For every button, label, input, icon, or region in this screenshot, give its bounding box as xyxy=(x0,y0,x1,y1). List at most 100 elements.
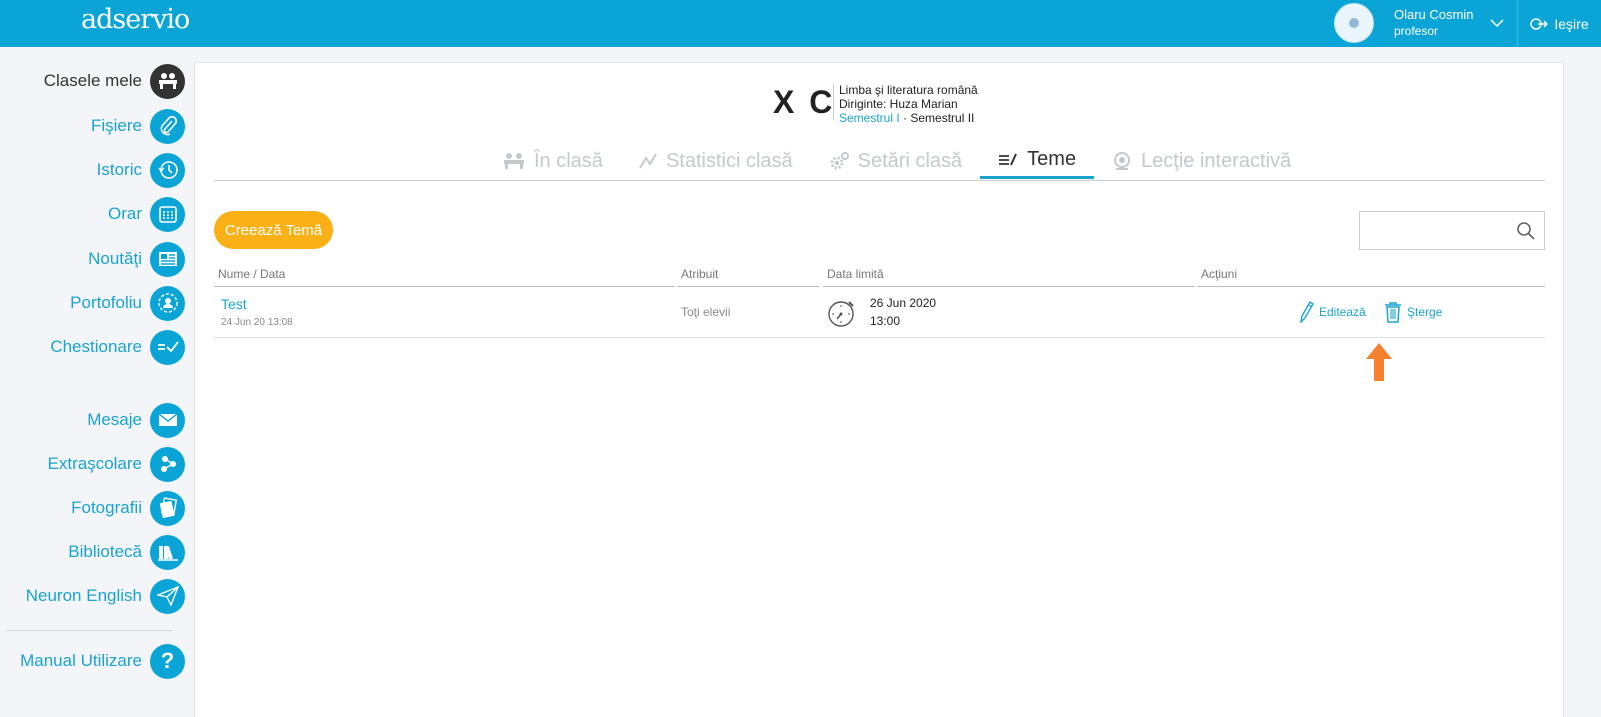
homework-deadline-date: 26 Jun 2020 xyxy=(870,296,937,310)
sidebar-item-label: Extraşcolare xyxy=(47,454,142,473)
column-header-actions: Acţiuni xyxy=(1197,267,1545,287)
sidebar-item-label: Istoric xyxy=(96,160,142,179)
logout-button[interactable]: Ieşire xyxy=(1517,0,1601,47)
chart-icon xyxy=(639,153,657,169)
tab-label: În clasă xyxy=(534,149,603,172)
webcam-icon xyxy=(1114,152,1131,170)
search-input[interactable] xyxy=(1360,212,1510,249)
history-icon xyxy=(150,152,185,188)
sidebar-item-photos[interactable]: Fotografii xyxy=(71,490,185,526)
tab-homework[interactable]: Teme xyxy=(980,143,1095,179)
semester-selector: Semestrul I · Semestrul II xyxy=(839,111,978,125)
portfolio-icon xyxy=(150,285,185,321)
sidebar-item-history[interactable]: Istoric xyxy=(97,152,185,188)
class-subject: Limba şi literatura română xyxy=(839,83,978,97)
stopwatch-icon xyxy=(828,301,854,327)
class-tabs: În clasă Statistici clasă Setări clasă T… xyxy=(485,143,1309,179)
column-header-assigned: Atribuit xyxy=(677,267,819,287)
sidebar-item-label: Neuron English xyxy=(25,586,142,605)
extracurricular-icon xyxy=(150,446,185,482)
homework-icon xyxy=(999,153,1018,165)
sidebar-item-label: Manual Utilizare xyxy=(20,651,142,670)
sidebar-item-label: Mesaje xyxy=(87,410,142,429)
sidebar-divider xyxy=(6,630,172,631)
logout-icon xyxy=(1530,17,1549,30)
sidebar-item-classes[interactable]: Clasele mele xyxy=(44,63,185,99)
news-icon xyxy=(150,241,185,277)
user-role: profesor xyxy=(1394,24,1439,38)
sidebar-item-label: Noutăţi xyxy=(88,249,142,268)
tab-class-settings[interactable]: Setări clasă xyxy=(811,143,981,179)
sidebar-item-library[interactable]: Bibliotecă xyxy=(68,534,185,570)
annotation-arrow-up-icon xyxy=(1366,343,1392,381)
homework-deadline-time: 13:00 xyxy=(870,314,901,328)
row-divider xyxy=(214,337,1545,338)
tab-in-class[interactable]: În clasă xyxy=(485,143,621,179)
main-panel: X C Limba şi literatura română Diriginte… xyxy=(194,62,1564,717)
sidebar: Clasele mele Fişiere Istoric Orar Noutăţ… xyxy=(0,47,194,717)
avatar[interactable] xyxy=(1334,3,1374,43)
app-logo[interactable]: adservio xyxy=(81,4,190,35)
sidebar-item-label: Fotografii xyxy=(71,498,142,517)
homework-assigned-to: Toţi elevii xyxy=(681,305,731,319)
gears-icon xyxy=(830,152,849,170)
class-info: Limba şi literatura română Diriginte: Hu… xyxy=(839,83,978,125)
tab-label: Lecţie interactivă xyxy=(1141,149,1292,172)
tab-interactive-lesson[interactable]: Lecţie interactivă xyxy=(1094,143,1309,179)
sidebar-item-label: Clasele mele xyxy=(43,71,142,90)
sidebar-item-label: Fişiere xyxy=(90,116,142,135)
question-icon: ? xyxy=(150,643,185,679)
sidebar-item-questionnaires[interactable]: Chestionare xyxy=(50,329,185,365)
sidebar-item-label: Bibliotecă xyxy=(68,542,142,561)
photos-icon xyxy=(150,490,185,526)
sidebar-item-extracurricular[interactable]: Extraşcolare xyxy=(48,446,185,482)
trash-icon xyxy=(1385,302,1401,323)
user-menu[interactable]: Olaru Cosmin profesor xyxy=(1322,0,1514,47)
sidebar-item-label: Portofoliu xyxy=(70,293,142,312)
class-diriginte: Diriginte: Huza Marian xyxy=(839,97,958,111)
semester-2-link[interactable]: Semestrul II xyxy=(910,111,974,125)
sidebar-item-messages[interactable]: Mesaje xyxy=(87,402,185,438)
search-box xyxy=(1359,211,1545,250)
edit-homework-button[interactable]: Editează xyxy=(1298,301,1366,323)
class-name: X C xyxy=(773,84,836,120)
tab-label: Statistici clasă xyxy=(665,149,793,172)
questionnaire-icon xyxy=(150,329,185,365)
tab-label: Setări clasă xyxy=(857,149,963,172)
pencil-icon xyxy=(1300,301,1314,323)
user-name: Olaru Cosmin xyxy=(1394,7,1474,22)
top-bar: adservio Olaru Cosmin profesor Ieşire xyxy=(0,0,1601,47)
sidebar-item-schedule[interactable]: Orar xyxy=(108,196,185,232)
sidebar-item-user-manual[interactable]: Manual Utilizare ? xyxy=(20,643,185,679)
envelope-icon xyxy=(150,402,185,438)
sidebar-item-news[interactable]: Noutăţi xyxy=(88,241,185,277)
people-icon xyxy=(504,153,524,169)
calendar-icon xyxy=(150,196,185,232)
edit-label: Editează xyxy=(1319,305,1366,319)
sidebar-item-label: Orar xyxy=(108,204,142,223)
sidebar-item-label: Chestionare xyxy=(50,337,142,356)
create-homework-button[interactable]: Creează Temă xyxy=(214,211,333,249)
semester-separator: · xyxy=(899,111,911,125)
paper-plane-icon xyxy=(150,578,185,614)
column-header-deadline: Data limită xyxy=(823,267,1195,287)
chevron-down-icon[interactable] xyxy=(1488,14,1506,32)
class-icon xyxy=(150,63,185,99)
tab-label: Teme xyxy=(1027,148,1077,170)
sidebar-item-files[interactable]: Fişiere xyxy=(91,108,185,144)
sidebar-item-portfolio[interactable]: Portofoliu xyxy=(70,285,185,321)
semester-1-link[interactable]: Semestrul I xyxy=(839,111,900,125)
column-header-name-date: Nume / Data xyxy=(214,267,675,287)
search-icon[interactable] xyxy=(1516,221,1536,241)
tab-class-statistics[interactable]: Statistici clasă xyxy=(621,143,811,179)
paperclip-icon xyxy=(150,108,185,144)
library-icon xyxy=(150,534,185,570)
sidebar-item-neuron-english[interactable]: Neuron English xyxy=(26,578,185,614)
homework-created-date: 24 Jun 20 13:08 xyxy=(221,317,293,328)
logout-label: Ieşire xyxy=(1554,15,1589,32)
class-header-divider xyxy=(833,84,834,120)
delete-label: Şterge xyxy=(1407,305,1443,319)
tabs-underline xyxy=(214,180,1545,181)
delete-homework-button[interactable]: Şterge xyxy=(1384,301,1442,323)
homework-title-link[interactable]: Test xyxy=(221,296,247,312)
